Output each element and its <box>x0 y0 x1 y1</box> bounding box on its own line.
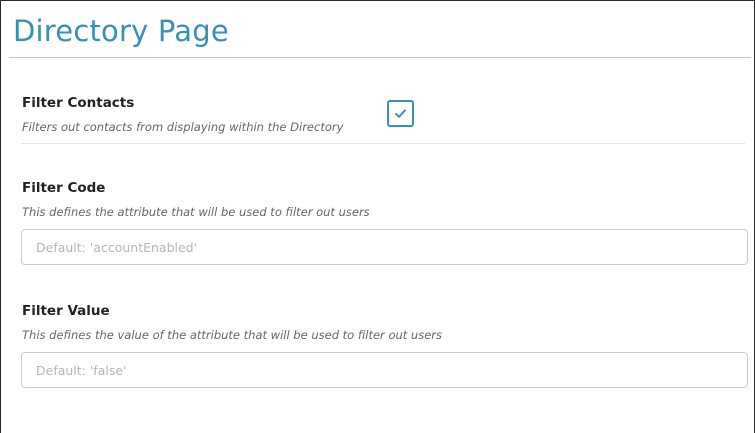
settings-panel: Directory Page Filter Contacts Filters o… <box>0 0 755 433</box>
title-divider <box>9 57 751 58</box>
page-title: Directory Page <box>13 14 229 48</box>
checkmark-icon <box>395 109 406 118</box>
filter-value-description: This defines the value of the attribute … <box>22 328 443 342</box>
filter-contacts-description: Filters out contacts from displaying wit… <box>22 120 344 134</box>
filter-contacts-checkbox[interactable] <box>387 100 414 127</box>
section-divider <box>21 143 745 144</box>
filter-value-input[interactable] <box>21 352 748 388</box>
filter-contacts-label: Filter Contacts <box>22 95 135 111</box>
filter-code-input[interactable] <box>21 229 748 265</box>
filter-value-label: Filter Value <box>22 303 110 319</box>
filter-code-label: Filter Code <box>22 180 106 196</box>
filter-code-description: This defines the attribute that will be … <box>22 205 370 219</box>
